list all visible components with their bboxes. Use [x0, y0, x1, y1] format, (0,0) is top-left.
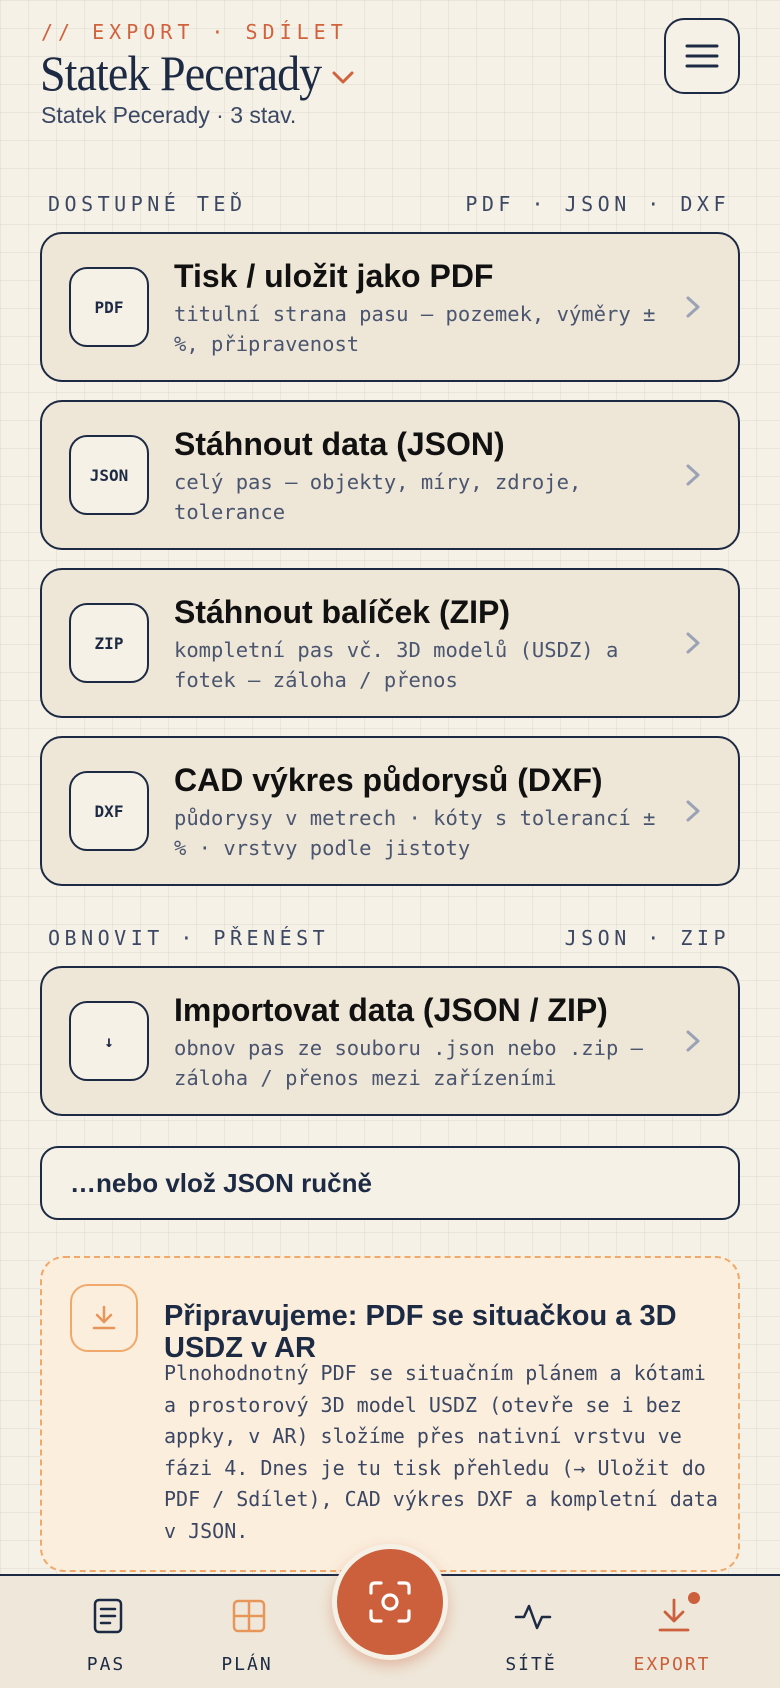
card-title: CAD výkres půdorysů (DXF)	[174, 762, 603, 798]
export-json-card[interactable]: JSON Stáhnout data (JSON) celý pas — obj…	[40, 400, 740, 550]
nav-label: PAS	[86, 1654, 126, 1675]
activity-icon	[514, 1604, 552, 1630]
nav-label: PLÁN	[221, 1654, 273, 1675]
notification-dot	[688, 1592, 700, 1604]
export-dxf-card[interactable]: DXF CAD výkres půdorysů (DXF) půdorysy v…	[40, 736, 740, 886]
nav-label: EXPORT	[633, 1654, 711, 1675]
section-header-restore: OBNOVIT · PŘENÉST JSON · ZIP	[48, 926, 730, 950]
scan-button[interactable]	[332, 1544, 448, 1660]
card-title: Tisk / uložit jako PDF	[174, 258, 494, 294]
section-formats: PDF · JSON · DXF	[465, 192, 730, 216]
card-title: Stáhnout balíček (ZIP)	[174, 594, 511, 630]
chevron-right-icon	[686, 1030, 700, 1052]
notice-body: Plnohodnotný PDF se situačním plánem a k…	[164, 1361, 718, 1543]
nav-item-plan[interactable]: PLÁN	[187, 1576, 307, 1688]
nav-item-pas[interactable]: PAS	[46, 1576, 166, 1688]
nav-label: SÍTĚ	[505, 1654, 557, 1675]
zip-badge: ZIP	[69, 603, 149, 683]
scan-icon	[369, 1581, 411, 1623]
download-icon	[658, 1598, 690, 1632]
import-data-card[interactable]: ↓ Importovat data (JSON / ZIP) obnov pas…	[40, 966, 740, 1116]
download-icon	[70, 1284, 138, 1352]
chevron-right-icon	[686, 800, 700, 822]
card-description: titulní strana pasu — pozemek, výměry ±%…	[174, 302, 656, 356]
import-arrow-badge: ↓	[69, 1001, 149, 1081]
paste-json-button[interactable]: …nebo vlož JSON ručně	[40, 1146, 740, 1220]
pdf-badge: PDF	[69, 267, 149, 347]
section-label: DOSTUPNÉ TEĎ	[48, 192, 247, 216]
card-description: kompletní pas vč. 3D modelů (USDZ) a fot…	[174, 638, 619, 692]
project-subtitle: Statek Pecerady · 3 stav.	[41, 102, 297, 128]
card-description: půdorysy v metrech · kóty s tolerancí ±%…	[174, 806, 656, 860]
card-description: obnov pas ze souboru .json nebo .zip — z…	[174, 1036, 643, 1090]
card-title: Importovat data (JSON / ZIP)	[174, 992, 608, 1028]
chevron-right-icon	[686, 296, 700, 318]
project-selector[interactable]: Statek Pecerady	[40, 44, 372, 102]
section-label: OBNOVIT · PŘENÉST	[48, 926, 330, 950]
hamburger-icon	[685, 44, 719, 68]
nav-item-export[interactable]: EXPORT	[612, 1576, 732, 1688]
chevron-down-icon	[332, 71, 354, 84]
export-zip-card[interactable]: ZIP Stáhnout balíček (ZIP) kompletní pas…	[40, 568, 740, 718]
grid-plan-icon	[232, 1599, 266, 1633]
chevron-right-icon	[686, 464, 700, 486]
nav-item-site[interactable]: SÍTĚ	[471, 1576, 591, 1688]
json-badge: JSON	[69, 435, 149, 515]
document-icon	[93, 1598, 123, 1634]
page-title: Statek Pecerady	[40, 45, 322, 101]
eyebrow: // EXPORT · SDÍLET	[41, 20, 348, 44]
chevron-right-icon	[686, 632, 700, 654]
coming-soon-notice: Připravujeme: PDF se situačkou a 3D USDZ…	[40, 1256, 740, 1572]
card-title: Stáhnout data (JSON)	[174, 426, 505, 462]
menu-button[interactable]	[664, 18, 740, 94]
section-header-available: DOSTUPNÉ TEĎ PDF · JSON · DXF	[48, 192, 730, 216]
dxf-badge: DXF	[69, 771, 149, 851]
card-description: celý pas — objekty, míry, zdroje, tolera…	[174, 470, 582, 524]
export-pdf-card[interactable]: PDF Tisk / uložit jako PDF titulní stran…	[40, 232, 740, 382]
notice-title: Připravujeme: PDF se situačkou a 3D USDZ…	[164, 1300, 677, 1364]
section-formats: JSON · ZIP	[564, 926, 730, 950]
